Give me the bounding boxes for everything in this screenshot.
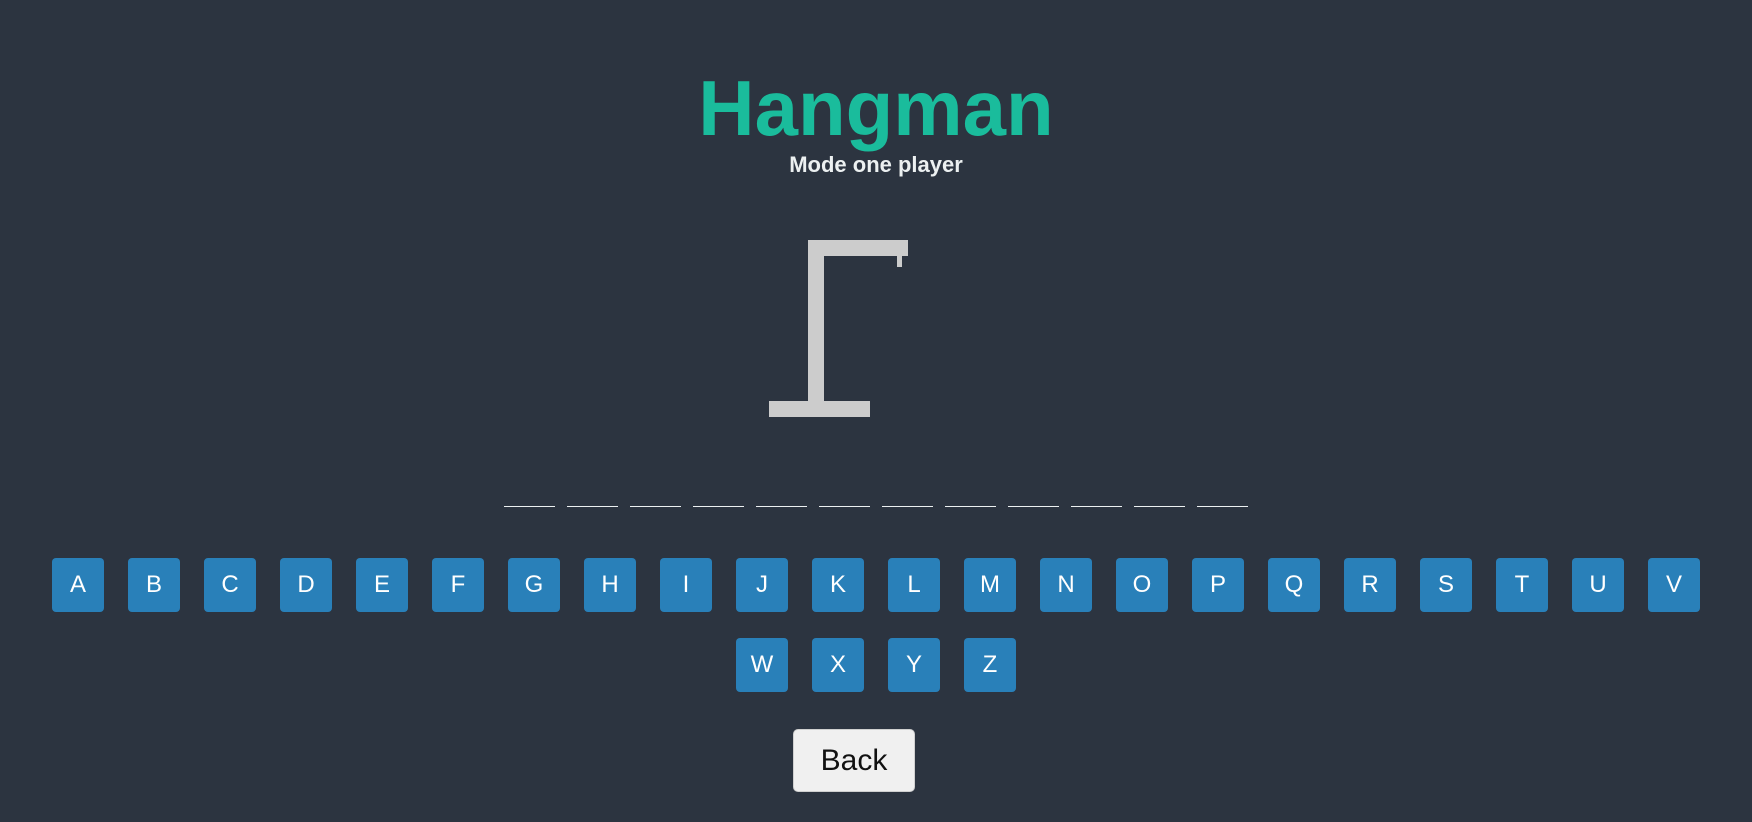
letter-slot [819,486,870,507]
letter-slot [1008,486,1059,507]
letter-button-u[interactable]: U [1572,558,1624,612]
letter-slot [1071,486,1122,507]
letter-button-y[interactable]: Y [888,638,940,692]
letter-button-o[interactable]: O [1116,558,1168,612]
letter-slot [504,486,555,507]
letter-button-g[interactable]: G [508,558,560,612]
game-mode-subtitle: Mode one player [789,152,963,177]
letter-keyboard: ABCDEFGHIJKLMNOPQRSTUV WXYZ [0,558,1752,692]
header: Hangman Mode one player [0,0,1752,178]
page-title: Hangman [698,64,1054,152]
letter-button-s[interactable]: S [1420,558,1472,612]
letter-button-p[interactable]: P [1192,558,1244,612]
letter-button-b[interactable]: B [128,558,180,612]
letter-slot [693,486,744,507]
letter-button-t[interactable]: T [1496,558,1548,612]
word-blanks [0,486,1752,507]
gallows-rope [897,256,902,267]
letter-button-f[interactable]: F [432,558,484,612]
letter-slot [756,486,807,507]
letter-slot [882,486,933,507]
gallows-base [769,401,870,417]
letter-button-k[interactable]: K [812,558,864,612]
letter-button-q[interactable]: Q [1268,558,1320,612]
letter-button-i[interactable]: I [660,558,712,612]
letter-slot [567,486,618,507]
letter-button-c[interactable]: C [204,558,256,612]
letter-button-r[interactable]: R [1344,558,1396,612]
letter-button-j[interactable]: J [736,558,788,612]
letter-button-w[interactable]: W [736,638,788,692]
letter-slot [1134,486,1185,507]
letter-button-d[interactable]: D [280,558,332,612]
letter-button-z[interactable]: Z [964,638,1016,692]
letter-button-e[interactable]: E [356,558,408,612]
letter-button-l[interactable]: L [888,558,940,612]
gallows-pole [808,240,824,401]
back-button[interactable]: Back [793,729,915,792]
letter-slot [630,486,681,507]
letter-button-h[interactable]: H [584,558,636,612]
gallows-beam [808,240,908,256]
letter-button-a[interactable]: A [52,558,104,612]
letter-button-n[interactable]: N [1040,558,1092,612]
letter-button-v[interactable]: V [1648,558,1700,612]
letter-button-x[interactable]: X [812,638,864,692]
letter-button-m[interactable]: M [964,558,1016,612]
letter-slot [1197,486,1248,507]
letter-slot [945,486,996,507]
